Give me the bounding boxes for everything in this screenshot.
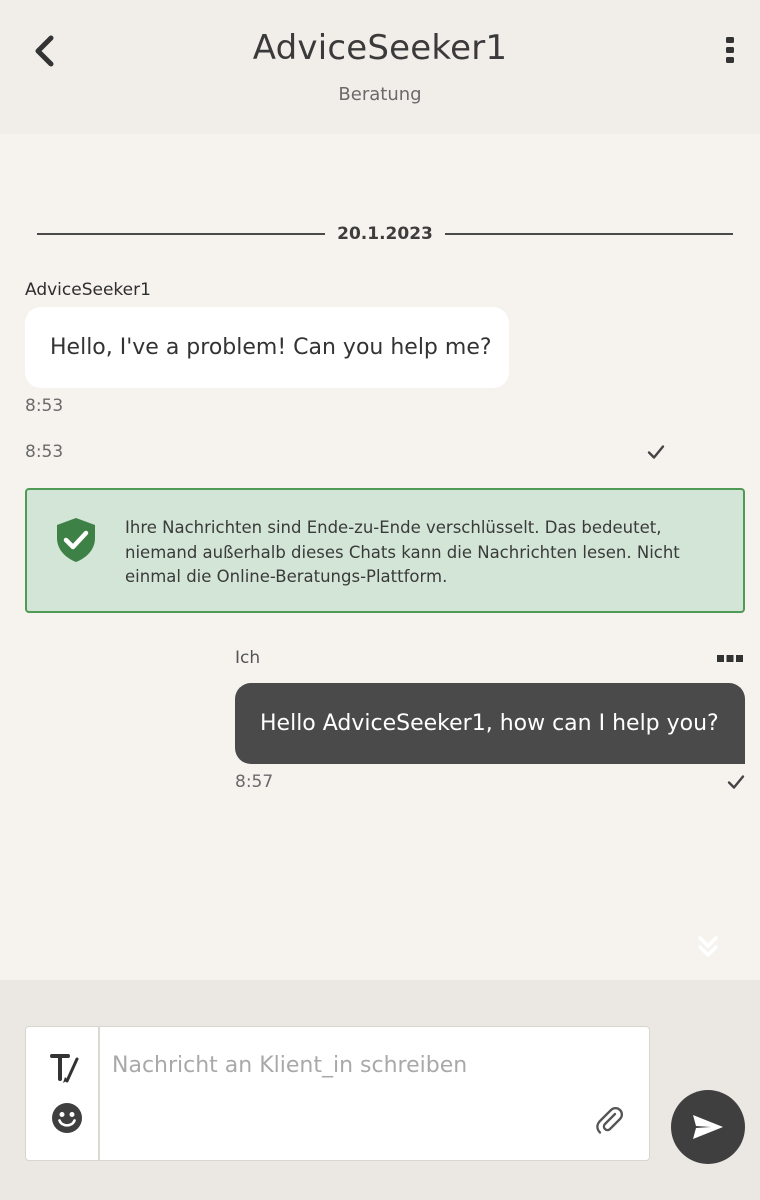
paperclip-icon[interactable] — [594, 1105, 624, 1135]
read-check-icon — [647, 445, 665, 459]
page-subtitle: Beratung — [338, 84, 422, 105]
outgoing-message-time: 8:57 — [235, 772, 274, 792]
kebab-menu-icon — [726, 37, 734, 63]
divider-line — [37, 233, 326, 235]
text-format-icon[interactable] — [49, 1051, 81, 1085]
incoming-message-time: 8:53 — [25, 396, 64, 416]
date-divider: 20.1.2023 — [37, 220, 733, 248]
message-options-button[interactable] — [714, 648, 746, 670]
shield-check-icon — [57, 518, 95, 562]
outgoing-message-bubble[interactable]: Hello AdviceSeeker1, how can I help you? — [235, 683, 745, 764]
send-button[interactable] — [671, 1090, 745, 1164]
encryption-notice-text: Ihre Nachrichten sind Ende-zu-Ende versc… — [125, 518, 680, 586]
more-horizontal-icon — [717, 655, 743, 662]
divider-line — [444, 233, 733, 235]
chat-header: AdviceSeeker1 Beratung — [0, 0, 760, 134]
system-message-time: 8:53 — [25, 442, 64, 462]
more-options-button[interactable] — [716, 30, 744, 70]
message-input-box — [25, 1026, 650, 1161]
incoming-message-bubble[interactable]: Hello, I've a problem! Can you help me? — [25, 307, 509, 388]
page-title: AdviceSeeker1 — [252, 28, 508, 68]
composer-toolbar — [26, 1027, 100, 1160]
incoming-sender-name: AdviceSeeker1 — [25, 280, 151, 300]
message-input[interactable] — [112, 1045, 632, 1085]
emoji-icon[interactable] — [50, 1101, 84, 1135]
outgoing-sender-name: Ich — [235, 648, 261, 668]
sent-check-icon — [727, 775, 745, 789]
encryption-notice: Ihre Nachrichten sind Ende-zu-Ende versc… — [25, 488, 745, 613]
date-label: 20.1.2023 — [337, 224, 433, 244]
scroll-to-bottom-icon[interactable] — [694, 934, 722, 960]
message-composer — [0, 980, 760, 1200]
send-icon — [693, 1115, 723, 1139]
